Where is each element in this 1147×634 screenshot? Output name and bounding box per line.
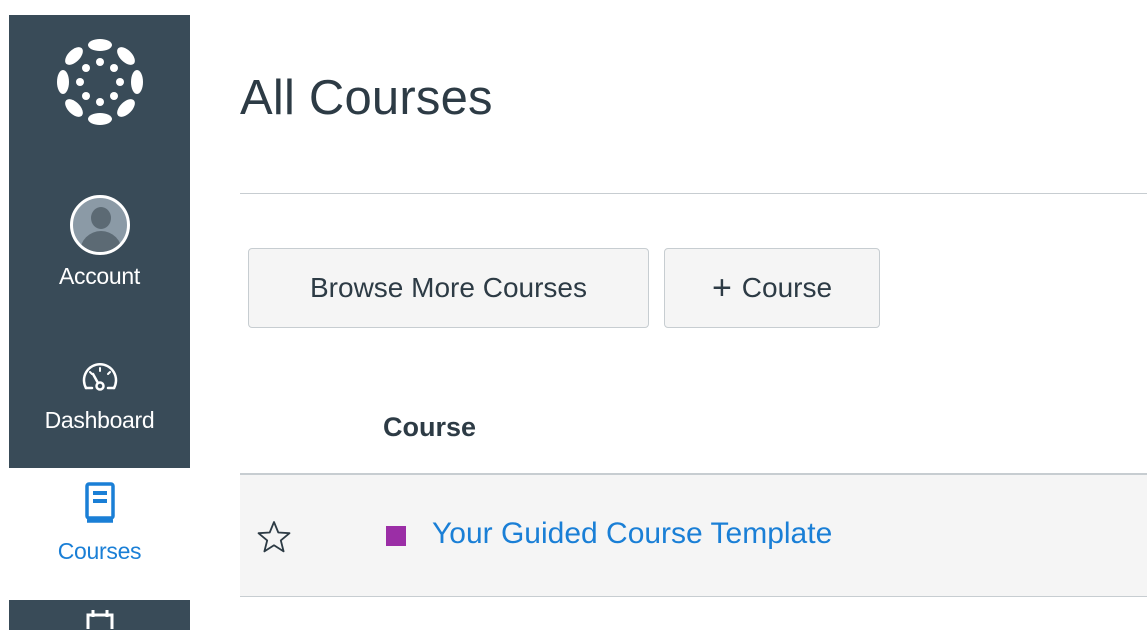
nav-label-dashboard: Dashboard — [44, 407, 155, 433]
canvas-logo-icon[interactable] — [9, 37, 190, 125]
add-course-label: Course — [741, 272, 833, 303]
column-header-course[interactable]: Course — [383, 412, 476, 443]
nav-label-courses: Courses — [57, 538, 142, 564]
calendar-icon — [86, 610, 113, 629]
course-color-swatch — [386, 526, 406, 546]
browse-more-courses-button[interactable]: Browse More Courses — [248, 248, 649, 328]
add-course-button[interactable]: + Course — [664, 248, 880, 328]
table-row-divider — [240, 596, 1147, 597]
dashboard-icon — [82, 363, 117, 391]
browse-more-courses-label: Browse More Courses — [310, 272, 587, 303]
favorite-star-icon[interactable] — [256, 519, 292, 555]
title-divider — [240, 193, 1147, 194]
nav-item-calendar[interactable] — [9, 607, 190, 630]
page-title: All Courses — [240, 71, 493, 125]
nav-label-account: Account — [58, 263, 140, 289]
nav-item-dashboard[interactable]: Dashboard — [9, 360, 190, 460]
plus-icon: + — [711, 268, 732, 307]
course-link[interactable]: Your Guided Course Template — [432, 517, 832, 551]
global-nav: Account Dashboard Courses — [9, 15, 190, 630]
nav-item-courses[interactable]: Courses — [9, 481, 190, 591]
avatar — [69, 195, 130, 255]
nav-item-account[interactable]: Account — [9, 195, 190, 315]
courses-icon — [84, 482, 115, 523]
